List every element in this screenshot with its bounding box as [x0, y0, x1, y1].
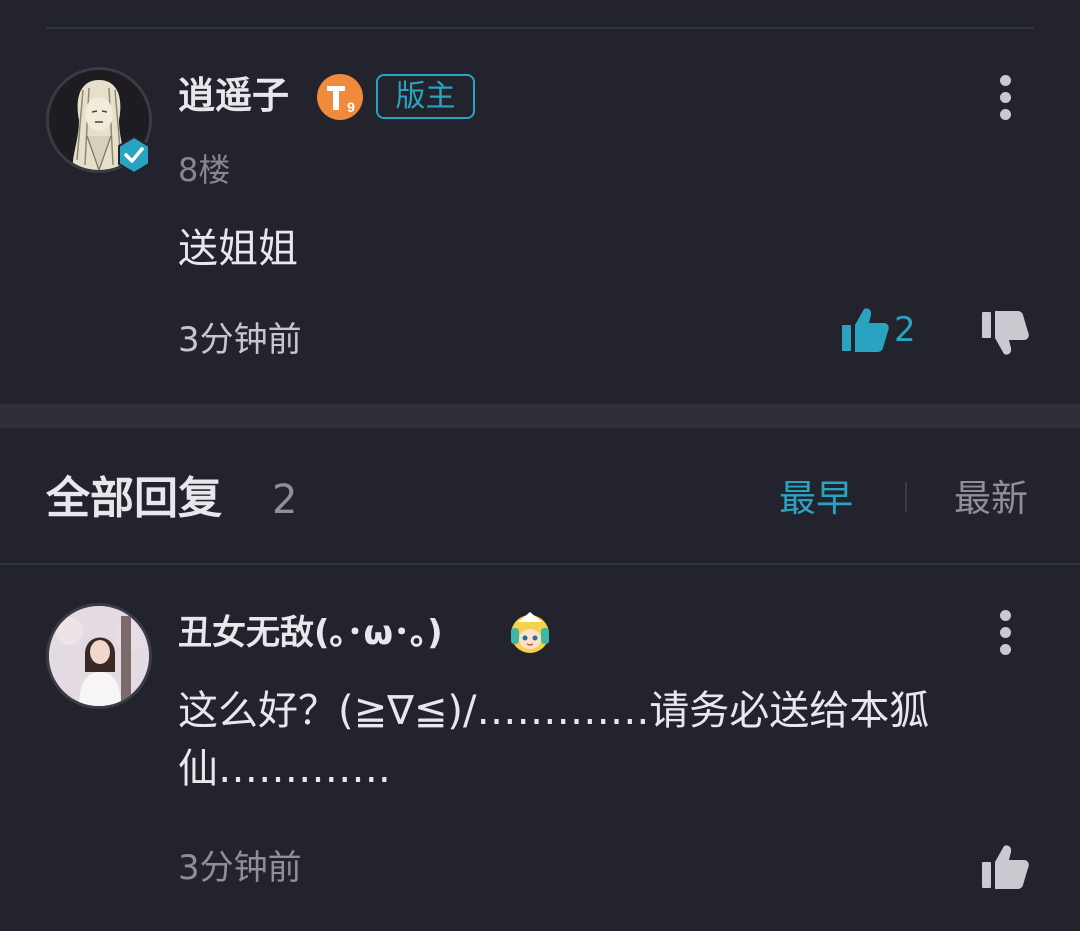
thumbs-down-icon[interactable]	[980, 308, 1030, 358]
more-vertical-icon[interactable]	[997, 75, 1013, 123]
post-content: 送姐姐	[178, 226, 298, 272]
post-username[interactable]: 逍遥子	[178, 70, 289, 122]
level-badge: 9	[317, 74, 363, 120]
reply-time: 3分钟前	[178, 848, 302, 888]
header-divider	[0, 563, 1080, 565]
svg-text:9: 9	[347, 99, 355, 115]
reply-avatar[interactable]	[46, 603, 152, 709]
reply-avatar-photo	[49, 606, 149, 706]
sort-divider	[905, 482, 907, 512]
like-count: 2	[894, 310, 916, 350]
reply-username[interactable]: 丑女无敌(｡･ω･｡)	[178, 608, 443, 658]
floor-number: 8楼	[178, 151, 231, 189]
top-divider	[46, 27, 1034, 29]
replies-title: 全部回复	[46, 473, 222, 524]
reply-thumbs-up-icon[interactable]	[980, 842, 1030, 892]
reply-content: 这么好？(≧∇≦)/………….请务必送给本狐仙………….	[178, 688, 930, 792]
post-time: 3分钟前	[178, 320, 302, 360]
section-separator	[0, 404, 1080, 428]
thumbs-up-icon[interactable]	[840, 305, 890, 355]
sort-latest-tab[interactable]: 最新	[954, 474, 1028, 524]
sort-earliest-tab[interactable]: 最早	[779, 474, 853, 524]
verified-check-icon	[118, 136, 150, 174]
reply-more-vertical-icon[interactable]	[997, 610, 1013, 658]
character-emoji-icon	[511, 612, 549, 653]
moderator-badge: 版主	[376, 74, 475, 119]
replies-count: 2	[272, 477, 298, 523]
